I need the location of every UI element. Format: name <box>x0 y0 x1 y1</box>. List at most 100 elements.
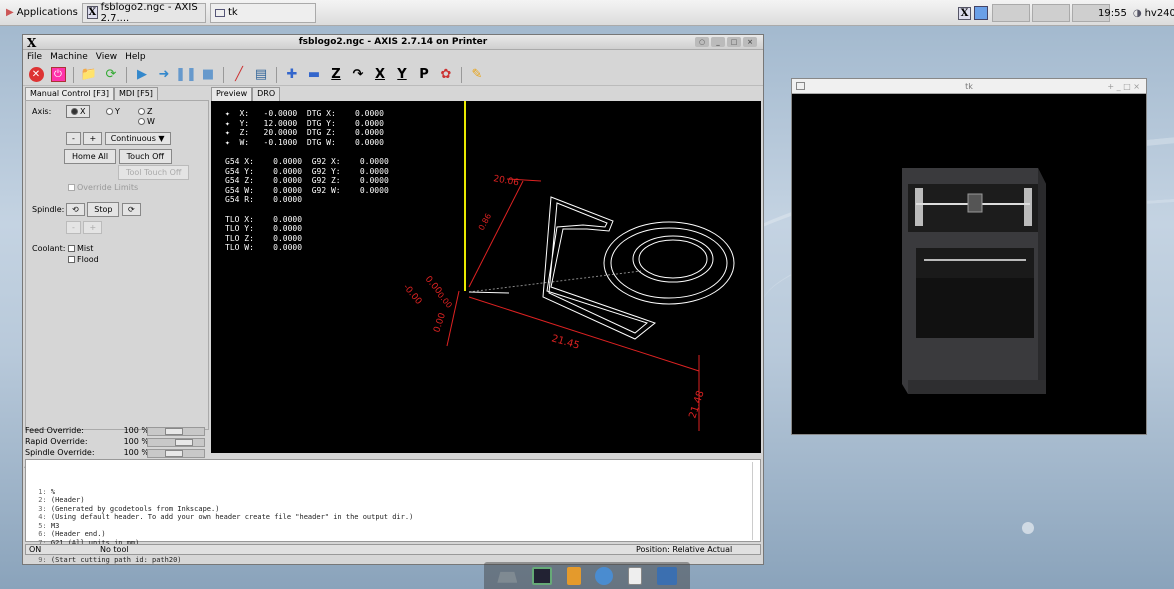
spindle-stop-button[interactable]: Stop <box>87 202 120 217</box>
close-button[interactable]: × <box>743 37 757 47</box>
view-p-icon[interactable]: P <box>415 66 433 84</box>
search-icon[interactable] <box>627 566 642 585</box>
view-z2-icon[interactable]: ↷ <box>349 66 367 84</box>
workspace-switcher[interactable]: X <box>958 3 1110 23</box>
slider-knob[interactable] <box>165 428 183 435</box>
preview-canvas[interactable]: ✦ X: -0.0000 DTG X: 0.0000 ✦ Y: 12.0000 D… <box>211 101 761 453</box>
tab-mdi[interactable]: MDI [F5] <box>114 87 158 100</box>
clear-plot-icon[interactable]: ✎ <box>468 66 486 84</box>
task-axis[interactable]: X fsblogo2.ngc - AXIS 2.7.... <box>82 2 206 24</box>
folder-icon[interactable] <box>656 566 677 585</box>
pause-icon[interactable]: ❚❚ <box>175 66 197 84</box>
gcode-line[interactable]: 4: (Using default header. To add your ow… <box>34 513 760 522</box>
slider-knob[interactable] <box>165 450 183 457</box>
axis-z-radio[interactable]: Z <box>138 107 152 116</box>
tool-touch-off-button[interactable]: Tool Touch Off <box>118 165 190 180</box>
axis-w-radio[interactable]: W <box>138 117 155 126</box>
gcode-line[interactable]: 3: (Generated by gcodetools from Inkscap… <box>34 505 760 514</box>
tab-preview[interactable]: Preview <box>211 87 253 101</box>
menu-machine[interactable]: Machine <box>50 52 88 62</box>
stop-icon[interactable]: ■ <box>199 66 217 84</box>
view-z-icon[interactable]: Z <box>327 66 345 84</box>
applications-icon: ▶ <box>6 7 14 18</box>
mist-checkbox[interactable]: Mist <box>68 244 93 253</box>
maximize-button[interactable]: □ <box>727 37 741 47</box>
tk-titlebar[interactable]: tk + _ □ × <box>792 79 1146 94</box>
spindle-cw-button[interactable]: ⟳ <box>121 203 141 216</box>
override-slider[interactable] <box>147 438 205 447</box>
slider-value: 100 % <box>123 437 149 446</box>
text-editor-icon[interactable] <box>566 566 581 585</box>
gcode-line-number: 5: <box>34 521 51 530</box>
axis-titlebar[interactable]: X fsblogo2.ngc - AXIS 2.7.14 on Printer … <box>23 35 763 50</box>
zoom-out-icon[interactable]: ▬ <box>305 66 323 84</box>
tab-manual-control[interactable]: Manual Control [F3] <box>25 87 115 100</box>
rotate-cw-icon: ⟳ <box>127 205 135 214</box>
workspace-3[interactable] <box>1032 4 1070 22</box>
workspace-2[interactable] <box>992 4 1030 22</box>
menu-file[interactable]: File <box>27 52 42 62</box>
axis-y-radio[interactable]: Y <box>106 107 120 116</box>
zoom-in-icon[interactable]: ✚ <box>283 66 301 84</box>
view-x-icon[interactable]: X <box>371 66 389 84</box>
window-icon <box>796 82 805 90</box>
spindle-ccw-button[interactable]: ⟲ <box>66 203 85 216</box>
applications-menu[interactable]: ▶ Applications <box>2 3 78 23</box>
home-all-button[interactable]: Home All <box>64 149 117 164</box>
workspace-1[interactable] <box>974 6 988 20</box>
jog-mode-select[interactable]: Continuous ▼ <box>104 132 171 145</box>
axis-z-label: Z <box>147 107 153 116</box>
drive-icon[interactable] <box>497 571 518 583</box>
rotate-icon[interactable]: ✿ <box>437 66 455 84</box>
gcode-line[interactable]: 6: (Header end.) <box>34 530 760 539</box>
axis-window: X fsblogo2.ngc - AXIS 2.7.14 on Printer … <box>22 34 764 565</box>
printer-window-top <box>916 248 1034 278</box>
preview-area: Preview DRO ✦ X: -0.0000 DTG X: 0.0000 ✦ … <box>211 87 761 453</box>
taskbar: ▶ Applications X fsblogo2.ngc - AXIS 2.7… <box>0 0 1174 26</box>
estop-icon[interactable]: ✕ <box>27 66 45 84</box>
gcode-line[interactable]: 5: M3 <box>34 522 760 531</box>
axis-x-radio[interactable]: X <box>66 105 91 118</box>
tab-dro[interactable]: DRO <box>252 87 281 101</box>
menubar: File Machine View Help <box>23 50 763 64</box>
run-icon[interactable]: ▶ <box>133 66 151 84</box>
override-limits-checkbox[interactable]: Override Limits <box>68 183 138 192</box>
touch-off-button[interactable]: Touch Off <box>118 149 172 164</box>
spindle-plus-button[interactable]: + <box>83 221 103 234</box>
menu-view[interactable]: View <box>96 52 117 62</box>
gcode-listing[interactable]: 1: % 2: (Header) 3: (Generated by gcodet… <box>25 459 761 564</box>
open-icon[interactable]: 📁 <box>80 66 98 84</box>
step-icon[interactable]: ➜ <box>155 66 173 84</box>
override-slider[interactable] <box>147 427 205 436</box>
task-tk[interactable]: tk <box>210 2 316 23</box>
tk-window-controls[interactable]: + _ □ × <box>1107 79 1140 94</box>
gcode-line[interactable]: 2: (Header) <box>34 496 760 505</box>
reload-icon[interactable]: ⟳ <box>102 66 120 84</box>
gcode-scrollbar[interactable] <box>752 462 758 540</box>
x-app-icon: X <box>27 36 37 50</box>
spindle-minus-button[interactable]: - <box>66 221 81 234</box>
gcode-line[interactable]: 1: % <box>34 488 760 497</box>
menu-help[interactable]: Help <box>125 52 146 62</box>
minimize-button[interactable]: _ <box>711 37 725 47</box>
slider-row: Spindle Override: 100 % <box>23 448 209 459</box>
jog-plus-button[interactable]: + <box>83 132 103 145</box>
browser-icon[interactable] <box>595 566 614 585</box>
override-slider[interactable] <box>147 449 205 458</box>
flood-checkbox[interactable]: Flood <box>68 255 99 264</box>
clock[interactable]: 19:55 <box>1098 8 1127 19</box>
jog-minus-button[interactable]: - <box>66 132 81 145</box>
slider-knob[interactable] <box>175 439 193 446</box>
tk-window: tk + _ □ × <box>791 78 1147 435</box>
status-tool: No tool <box>100 545 129 554</box>
view-y-icon[interactable]: Y <box>393 66 411 84</box>
rotate-ccw-icon: ⟲ <box>72 205 79 214</box>
optional-stop-icon[interactable]: ▤ <box>252 66 270 84</box>
block-delete-icon[interactable]: ╱ <box>230 66 248 84</box>
checkbox-icon <box>68 256 75 263</box>
pin-button[interactable]: ○ <box>695 37 709 47</box>
power-icon[interactable]: ⏻ <box>49 66 67 84</box>
terminal-icon[interactable] <box>531 566 552 585</box>
override-limits-label: Override Limits <box>77 183 139 192</box>
user-name[interactable]: hv240l <box>1145 8 1174 19</box>
